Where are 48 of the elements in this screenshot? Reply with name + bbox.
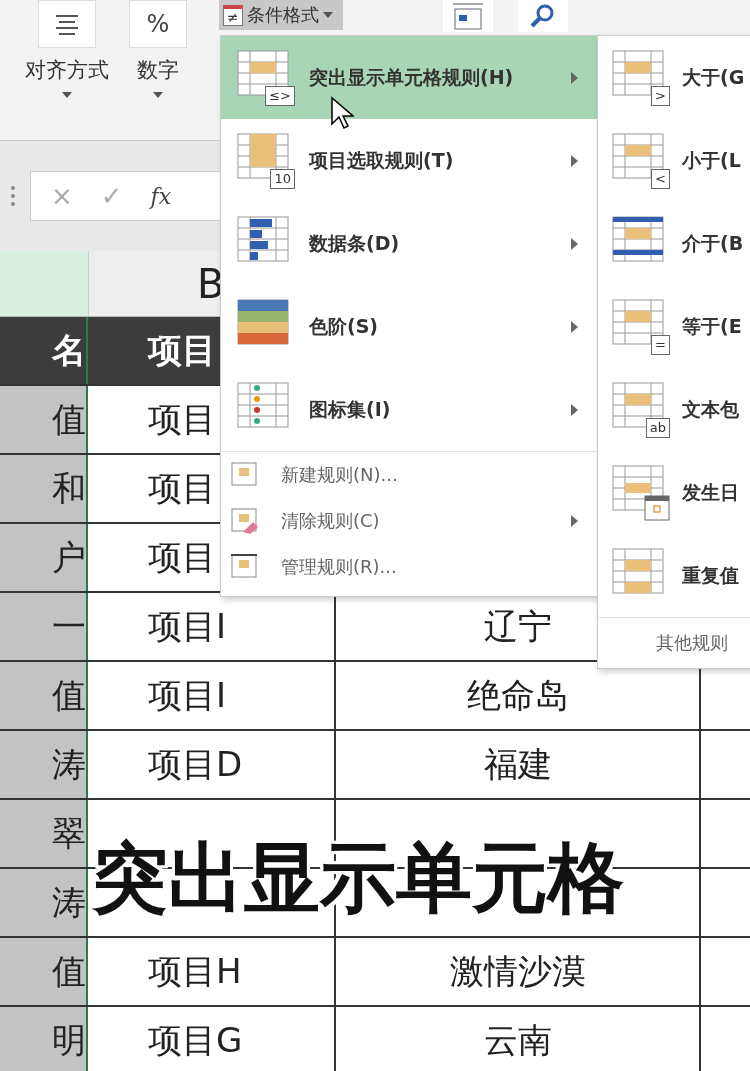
table-cell: 值: [0, 386, 88, 453]
menu-item[interactable]: 图标集(I): [221, 368, 598, 452]
table-cell: 值: [0, 662, 88, 729]
caret-icon[interactable]: [62, 92, 72, 98]
table-cell: 名: [0, 317, 88, 384]
function-button[interactable]: fx: [150, 183, 172, 209]
menu-item[interactable]: 发生日: [598, 451, 750, 534]
ribbon-button[interactable]: [38, 0, 96, 48]
menu-item[interactable]: < 小于(L: [598, 119, 750, 202]
caret-icon: [322, 12, 333, 18]
drag-handle-icon[interactable]: [10, 185, 16, 207]
table-cell: 值: [0, 938, 88, 1005]
search-icon[interactable]: [517, 0, 568, 32]
table-cell: 涛: [0, 869, 88, 936]
align-icon: [54, 13, 80, 35]
table-cell: 项目G: [88, 1007, 336, 1071]
caret-icon[interactable]: [153, 92, 163, 98]
submenu-arrow-icon: [571, 154, 578, 167]
table-cell: 户: [0, 524, 88, 591]
menu-item[interactable]: > 大于(G: [598, 36, 750, 119]
table-icon[interactable]: [442, 0, 493, 32]
menu-item[interactable]: = 等于(E: [598, 285, 750, 368]
table-cell: 项目H: [88, 938, 336, 1005]
table-cell: 涛: [0, 731, 88, 798]
conditional-format-button[interactable]: ≠ 条件格式: [219, 0, 343, 30]
table-cell: 明: [0, 1007, 88, 1071]
table-cell: 翠: [0, 800, 88, 867]
menu-item[interactable]: 10 项目选取规则(T): [221, 119, 598, 202]
ribbon-button[interactable]: %: [129, 0, 187, 48]
table-cell: 福建: [336, 731, 701, 798]
submenu-arrow-icon: [571, 403, 578, 416]
rule-icon: [612, 464, 670, 521]
table-cell: 一: [0, 593, 88, 660]
table-cell: 项目I: [88, 662, 336, 729]
table-cell: 和: [0, 455, 88, 522]
submenu-arrow-icon: [571, 320, 578, 333]
submenu-arrow-icon: [571, 71, 578, 84]
menu-item[interactable]: 介于(B: [598, 202, 750, 285]
menu-item[interactable]: ≤> 突出显示单元格规则(H): [221, 36, 598, 119]
mouse-cursor-icon: [330, 96, 354, 130]
group-label[interactable]: 对齐方式: [25, 56, 109, 84]
menu-item[interactable]: ab 文本包: [598, 368, 750, 451]
table-cell: 激情沙漠: [336, 938, 701, 1005]
table-cell: 云南: [336, 1007, 701, 1071]
group-label[interactable]: 数字: [137, 56, 179, 84]
submenu-arrow-icon: [571, 515, 578, 527]
table-cell: 项目D: [88, 731, 336, 798]
submenu-arrow-icon: [571, 237, 578, 250]
